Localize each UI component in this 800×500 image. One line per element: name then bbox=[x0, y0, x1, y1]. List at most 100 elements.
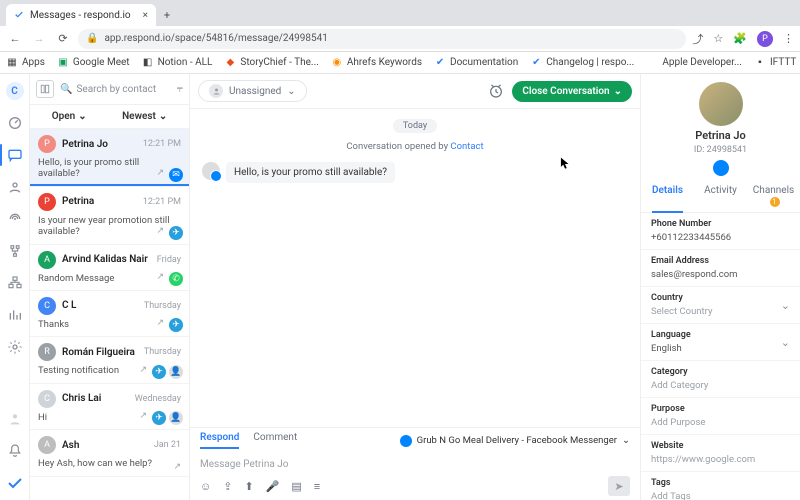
assignee-label: Unassigned bbox=[229, 86, 281, 97]
conversation-item[interactable]: PPetrina Jo12:21 PMHello, is your promo … bbox=[30, 129, 189, 187]
emoji-icon[interactable]: ☺ bbox=[200, 480, 211, 493]
status-filter[interactable]: Open⌄ bbox=[52, 111, 87, 122]
star-icon[interactable]: ☆ bbox=[713, 32, 723, 45]
reload-button[interactable]: ⟳ bbox=[54, 30, 72, 48]
rail-settings[interactable] bbox=[6, 338, 24, 356]
details-tab-details[interactable]: Details bbox=[641, 180, 694, 212]
bookmark-apps[interactable]: ▦Apps bbox=[6, 57, 45, 69]
channel-icons: ↗✈👤 bbox=[139, 365, 183, 379]
rail-reports[interactable] bbox=[6, 306, 24, 324]
contact-name: Román Filgueira bbox=[62, 347, 135, 358]
story-icon: ◆ bbox=[224, 57, 236, 69]
back-button[interactable]: ← bbox=[6, 30, 24, 48]
respond-icon: ✔ bbox=[530, 57, 542, 69]
bookmark-ifttt[interactable]: ▪IFTTT bbox=[754, 57, 796, 69]
contact-avatar: C bbox=[38, 297, 56, 315]
share-icon[interactable]: ⤴ bbox=[692, 31, 703, 47]
assignee-dropdown[interactable]: Unassigned ⌄ bbox=[198, 80, 307, 102]
conversation-item[interactable]: AAshJan 21Hey Ash, how can we help?↗ bbox=[30, 430, 189, 476]
composer-input[interactable]: Message Petrina Jo bbox=[200, 455, 630, 476]
sort-label: Newest bbox=[122, 111, 156, 122]
close-conversation-button[interactable]: Close Conversation ⌄ bbox=[512, 81, 632, 102]
status-label: Open bbox=[52, 111, 76, 122]
tab-respond[interactable]: Respond bbox=[200, 432, 239, 449]
user-icon bbox=[209, 84, 223, 98]
template-icon[interactable]: ≡ bbox=[314, 480, 320, 493]
tg-icon: ✈ bbox=[152, 365, 166, 379]
outbound-arrow-icon: ↗ bbox=[156, 318, 164, 332]
bookmark-notion[interactable]: ◧Notion - ALL bbox=[142, 57, 213, 69]
browser-tab[interactable]: Messages - respond.io × bbox=[6, 4, 156, 26]
details-tab-activity[interactable]: Activity bbox=[694, 180, 747, 212]
bookmark-documentation[interactable]: ✔Documentation bbox=[434, 57, 518, 69]
bookmarks-bar: ▦Apps ▣Google Meet ◧Notion - ALL ◆StoryC… bbox=[0, 52, 800, 74]
bookmark-meet[interactable]: ▣Google Meet bbox=[57, 57, 130, 69]
date-pill: Today bbox=[393, 119, 437, 133]
conversation-item[interactable]: CC LThursdayThanks↗✈ bbox=[30, 291, 189, 337]
rail-messages[interactable] bbox=[6, 146, 24, 164]
sort-filter[interactable]: Newest⌄ bbox=[122, 111, 167, 122]
details-pane: Petrina Jo ID: 24998541 Details Activity… bbox=[640, 74, 800, 500]
details-tab-channels[interactable]: Channels1 bbox=[747, 180, 800, 212]
timestamp: Thursday bbox=[144, 347, 181, 357]
field-category-value[interactable]: Add Category bbox=[651, 380, 790, 391]
forward-button[interactable]: → bbox=[30, 30, 48, 48]
conversation-item[interactable]: PPetrina12:21 PMIs your new year promoti… bbox=[30, 187, 189, 245]
snooze-button[interactable] bbox=[488, 83, 504, 99]
system-message-link[interactable]: Contact bbox=[450, 141, 483, 152]
field-website-value[interactable]: https://www.google.com bbox=[651, 454, 790, 465]
field-email-value[interactable]: sales@respond.com bbox=[651, 269, 790, 280]
filter-icon[interactable]: ⫧ bbox=[177, 82, 183, 96]
agent-avatar-icon: 👤 bbox=[169, 411, 183, 425]
rail-workflows[interactable] bbox=[6, 242, 24, 260]
rail-org[interactable] bbox=[6, 274, 24, 292]
field-language-value[interactable]: English bbox=[651, 343, 691, 354]
bookmark-apple-dev[interactable]: Apple Developer... bbox=[646, 57, 742, 69]
wa-icon: ✆ bbox=[169, 272, 183, 286]
new-tab-button[interactable]: + bbox=[156, 4, 178, 26]
channel-label: Grub N Go Meal Delivery - Facebook Messe… bbox=[417, 435, 617, 446]
conversation-item[interactable]: AArvind Kalidas NairFridayRandom Message… bbox=[30, 245, 189, 291]
field-purpose-value[interactable]: Add Purpose bbox=[651, 417, 790, 428]
timestamp: Friday bbox=[157, 255, 181, 265]
bookmark-label: Documentation bbox=[450, 57, 518, 68]
voice-icon[interactable]: 🎤 bbox=[266, 480, 280, 493]
system-message: Conversation opened by Contact bbox=[202, 141, 628, 152]
channel-selector[interactable]: Grub N Go Meal Delivery - Facebook Messe… bbox=[400, 432, 630, 449]
bookmark-ahrefs[interactable]: ◉Ahrefs Keywords bbox=[331, 57, 422, 69]
upload-icon[interactable]: ⬆ bbox=[244, 480, 253, 493]
field-country-value[interactable]: Select Country bbox=[651, 306, 712, 317]
conversation-item[interactable]: CChris LaiWednesdayHi↗✈👤 bbox=[30, 384, 189, 430]
rail-notifications[interactable] bbox=[6, 442, 24, 460]
workspace-logo[interactable]: C bbox=[6, 82, 24, 100]
message-snippet: Hey Ash, how can we help? bbox=[38, 458, 181, 469]
rail-respond-logo[interactable] bbox=[6, 474, 24, 492]
field-tags-value[interactable]: Add Tags bbox=[651, 491, 790, 500]
tab-comment[interactable]: Comment bbox=[253, 432, 297, 449]
extensions-icon[interactable]: 🧩 bbox=[733, 32, 747, 45]
rail-user[interactable] bbox=[6, 410, 24, 428]
field-phone-value[interactable]: +60112233445566 bbox=[651, 232, 790, 243]
contact-avatar: C bbox=[38, 390, 56, 408]
message-bubble: Hello, is your promo still available? bbox=[226, 162, 395, 183]
channel-icons: ↗✉ bbox=[156, 168, 183, 182]
bookmark-changelog[interactable]: ✔Changelog | respo... bbox=[530, 57, 634, 69]
menu-icon[interactable]: ⋮ bbox=[783, 32, 794, 45]
tab-close-icon[interactable]: × bbox=[143, 10, 148, 21]
rail-broadcast[interactable] bbox=[6, 210, 24, 228]
send-button[interactable]: ➤ bbox=[608, 476, 630, 496]
chevron-down-icon: ⌄ bbox=[781, 299, 790, 312]
attach-icon[interactable]: ⇪ bbox=[223, 480, 232, 493]
contact-avatar bbox=[699, 82, 743, 126]
rail-dashboard[interactable] bbox=[6, 114, 24, 132]
bookmark-storychief[interactable]: ◆StoryChief - The... bbox=[224, 57, 318, 69]
rail-contacts[interactable] bbox=[6, 178, 24, 196]
channel-icons: ↗✈ bbox=[156, 226, 183, 240]
snippet-icon[interactable]: ▤ bbox=[291, 480, 301, 493]
address-bar[interactable]: 🔒 app.respond.io/space/54816/message/249… bbox=[78, 29, 686, 49]
search-input[interactable]: 🔍 Search by contact bbox=[60, 84, 171, 95]
contact-avatar: A bbox=[38, 251, 56, 269]
profile-avatar[interactable]: P bbox=[757, 31, 773, 47]
inbox-toggle[interactable] bbox=[36, 80, 54, 98]
conversation-item[interactable]: RRomán FilgueiraThursdayTesting notifica… bbox=[30, 337, 189, 383]
